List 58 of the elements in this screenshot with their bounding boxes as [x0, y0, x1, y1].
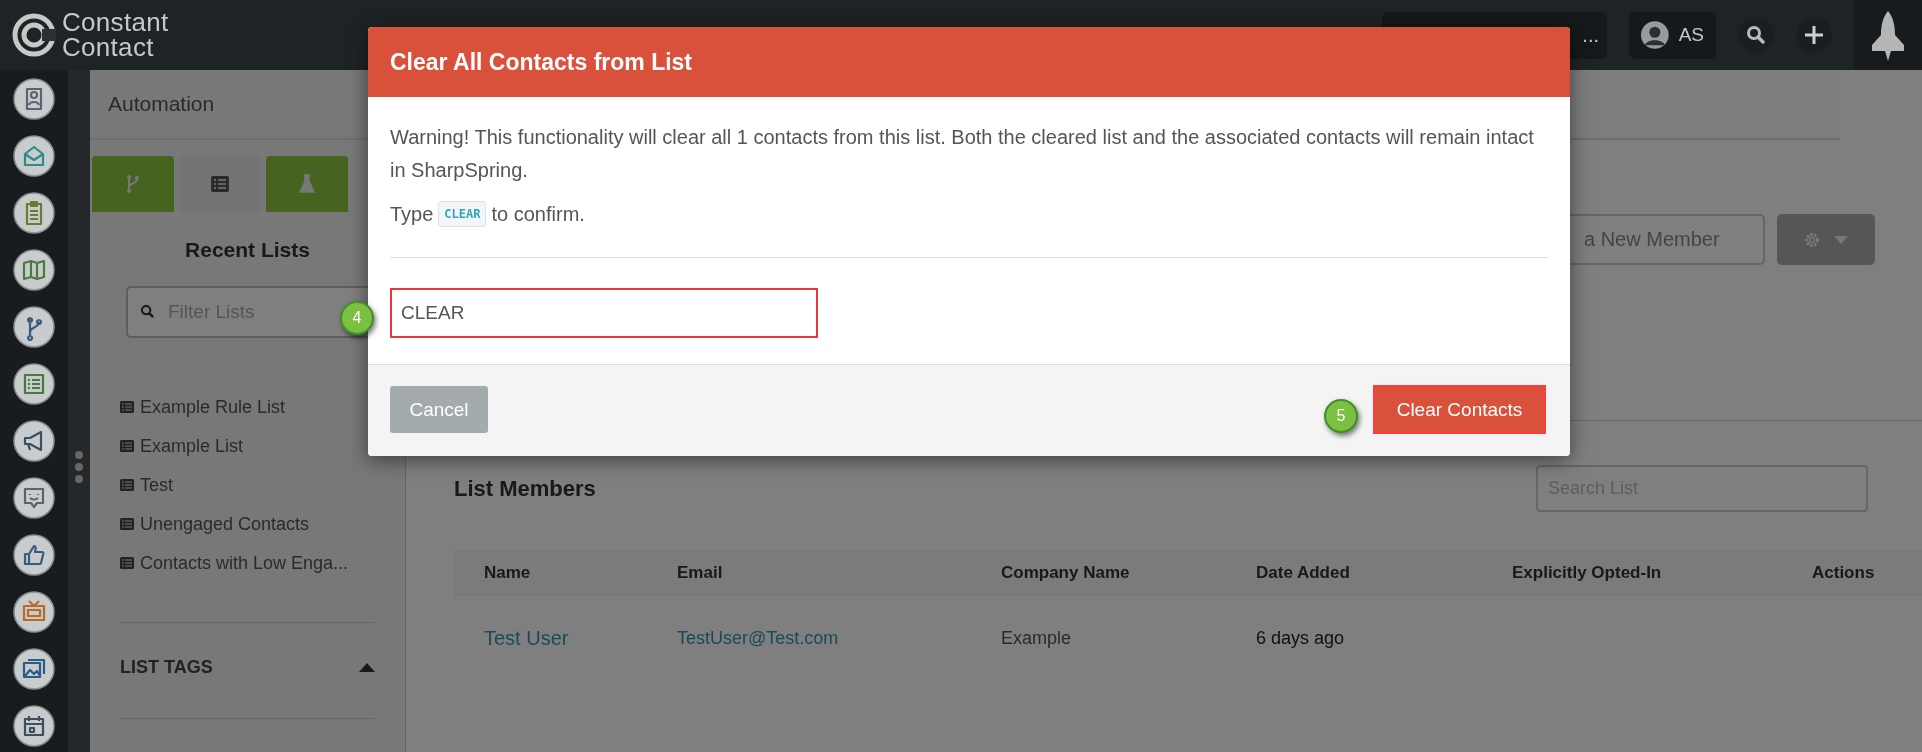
- list-link[interactable]: Test: [120, 474, 375, 496]
- list-icon: [120, 479, 134, 491]
- logo-text: Contact: [62, 35, 155, 60]
- instruction-text: to confirm.: [491, 202, 585, 226]
- logo-text: Constant: [62, 10, 169, 35]
- column-header: Explicitly Opted-In: [1512, 563, 1663, 583]
- instruction-text: Type: [390, 202, 434, 226]
- section-heading: Recent Lists: [184, 238, 311, 262]
- column-header: Actions: [1812, 563, 1876, 583]
- dialog-title: Clear All Contacts from List: [390, 48, 693, 76]
- envelope-icon[interactable]: [13, 135, 55, 177]
- images-icon[interactable]: [13, 648, 55, 690]
- tab[interactable]: [179, 156, 261, 212]
- list-icon: [120, 401, 134, 413]
- user-menu-button[interactable]: AS: [1629, 11, 1716, 59]
- table-cell-text: 6 days ago: [1256, 627, 1346, 649]
- gear-icon: [1804, 231, 1820, 248]
- column-header: Name: [484, 563, 532, 583]
- caret-icon: [1834, 235, 1848, 244]
- code-chip: CLEAR: [438, 201, 487, 227]
- list-icon[interactable]: [13, 363, 55, 405]
- search-icon: [140, 304, 155, 319]
- logo-icon: [12, 13, 56, 57]
- branch-icon: [125, 174, 141, 194]
- list-icon: [120, 518, 134, 530]
- column-header: Date Added: [1256, 563, 1351, 583]
- flask-icon: [299, 174, 315, 194]
- map-icon[interactable]: [13, 249, 55, 291]
- confirm-input-field[interactable]: CLEAR: [390, 288, 818, 338]
- warning-text: Warning! This functionality will clear all 1 contacts from this list. Both the cleared list and the associated contacts will remain intact in SharpSpring.: [390, 125, 1535, 183]
- list-link[interactable]: Example List: [120, 435, 375, 457]
- table-cell-text: Example: [1001, 627, 1073, 649]
- drag-handle-icon[interactable]: [74, 450, 84, 484]
- column-header: Email: [677, 563, 724, 583]
- email-link[interactable]: TestUser@Test.com: [677, 627, 839, 648]
- calendar-icon[interactable]: [13, 705, 55, 747]
- list-link[interactable]: Unengaged Contacts: [120, 513, 375, 535]
- list-icon: [120, 557, 134, 569]
- list-link[interactable]: Example Rule List: [120, 396, 375, 418]
- list-link[interactable]: Contacts with Low Enga...: [120, 552, 375, 574]
- chat-face-icon[interactable]: [13, 477, 55, 519]
- section-heading: LIST TAGS: [120, 657, 213, 678]
- avatar-icon: [1641, 20, 1669, 50]
- contact-book-icon[interactable]: [13, 78, 55, 120]
- megaphone-icon[interactable]: [13, 420, 55, 462]
- clear-contacts-button[interactable]: Clear Contacts: [1373, 385, 1546, 434]
- clipboard-icon[interactable]: [13, 192, 55, 234]
- cancel-button[interactable]: Cancel: [390, 386, 488, 433]
- column-header: Company Name: [1001, 563, 1131, 583]
- contact-name-link[interactable]: Test User: [484, 626, 569, 649]
- thumbs-up-icon[interactable]: [13, 534, 55, 576]
- tv-icon[interactable]: [13, 591, 55, 633]
- branch-icon[interactable]: [13, 306, 55, 348]
- caret-icon[interactable]: [359, 663, 375, 672]
- panel-title: Automation: [108, 92, 215, 116]
- list-icon: [211, 176, 229, 192]
- section-heading: List Members: [454, 475, 596, 502]
- list-icon: [120, 440, 134, 452]
